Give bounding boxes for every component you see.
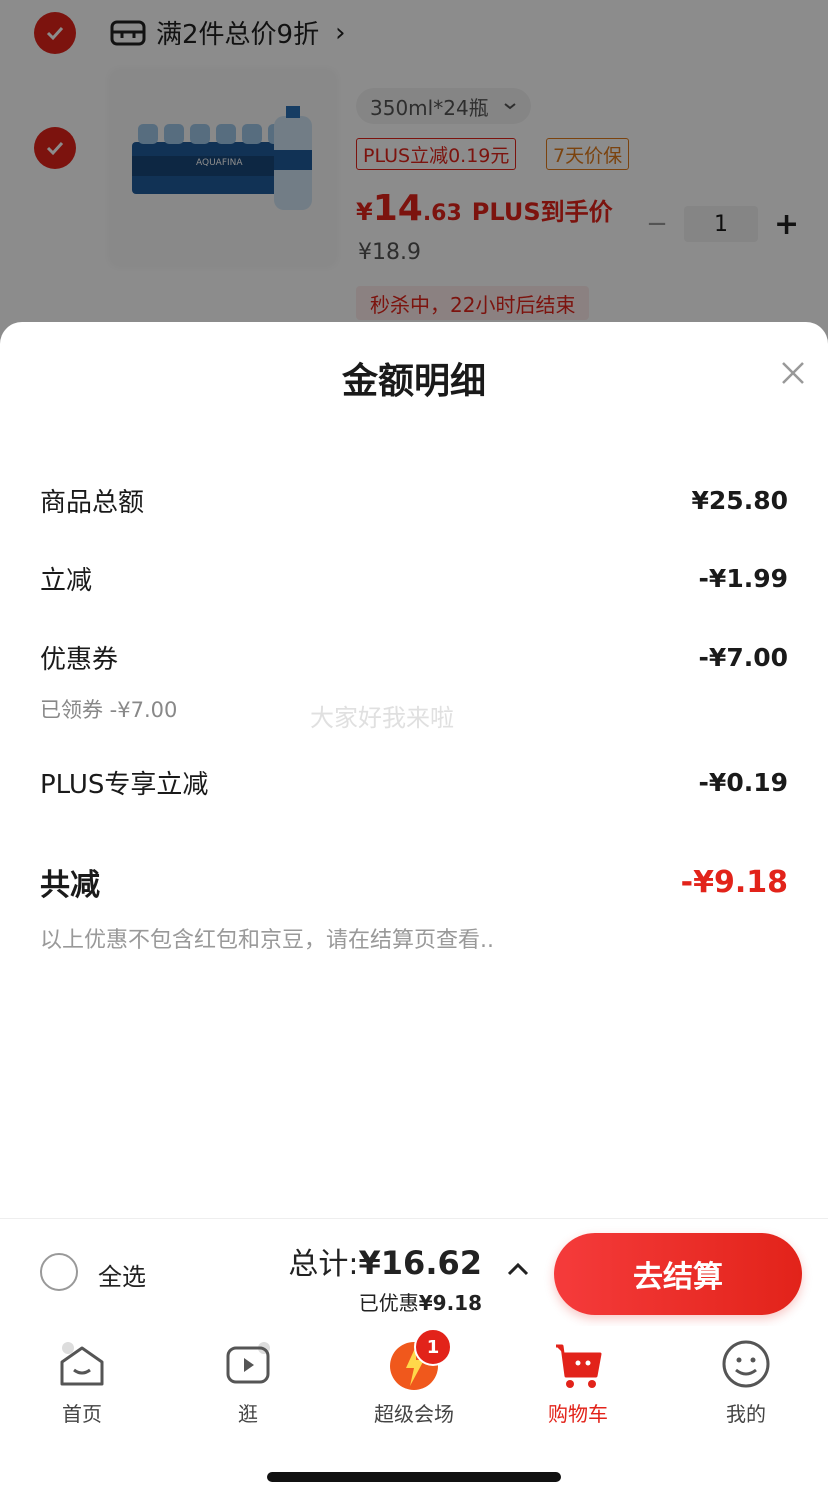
- tab-label: 购物车: [548, 1402, 608, 1426]
- detail-row-subtotal: 商品总额 ¥25.80: [40, 482, 788, 519]
- chevron-up-icon[interactable]: [504, 1255, 532, 1283]
- super-venue-icon-wrap: 1: [386, 1328, 452, 1392]
- select-all-radio[interactable]: [40, 1253, 78, 1291]
- close-icon[interactable]: [780, 360, 806, 386]
- detail-row-instant-discount: 立减 -¥1.99: [40, 560, 788, 597]
- tab-home[interactable]: 首页: [22, 1336, 142, 1427]
- total-discount-label: 共减: [40, 868, 100, 903]
- total-discount-row: 共减 -¥9.18: [40, 860, 788, 904]
- saved-prefix: 已优惠: [358, 1291, 419, 1315]
- row-value: -¥0.19: [698, 768, 788, 797]
- row-label: PLUS专享立减: [40, 770, 209, 800]
- tab-label: 首页: [62, 1402, 102, 1426]
- home-icon: [60, 1342, 104, 1386]
- total-amount: ¥16.62: [358, 1244, 482, 1282]
- watermark-text: 大家好我来啦: [310, 704, 454, 732]
- profile-icon: [722, 1340, 770, 1388]
- tab-label: 超级会场: [374, 1402, 454, 1426]
- discount-note: 以上优惠不包含红包和京豆，请在结算页查看..: [40, 928, 494, 953]
- total-prefix: 总计:: [288, 1247, 359, 1282]
- detail-row-plus-discount: PLUS专享立减 -¥0.19: [40, 764, 788, 801]
- row-value: -¥1.99: [698, 564, 788, 593]
- tab-browse[interactable]: 逛: [188, 1336, 308, 1427]
- row-label: 优惠券: [40, 645, 119, 675]
- saved-value: ¥9.18: [418, 1291, 482, 1315]
- detail-row-coupon: 优惠券 -¥7.00: [40, 639, 788, 676]
- checkout-bar: 全选 总计:¥16.62 已优惠¥9.18 去结算: [0, 1218, 828, 1327]
- saved-amount: 已优惠¥9.18: [359, 1287, 482, 1316]
- coupon-subtext: 已领券 -¥7.00: [40, 698, 178, 722]
- row-value: ¥25.80: [691, 486, 788, 515]
- row-value: -¥7.00: [698, 643, 788, 672]
- checkout-button[interactable]: 去结算: [554, 1233, 802, 1315]
- dim-overlay[interactable]: [0, 0, 828, 360]
- tab-profile[interactable]: 我的: [686, 1336, 806, 1427]
- total-discount-value: -¥9.18: [680, 864, 788, 900]
- tab-label: 逛: [238, 1402, 258, 1426]
- total-price: 总计:¥16.62: [288, 1239, 482, 1283]
- home-indicator: [267, 1472, 561, 1482]
- sheet-title: 金额明细: [341, 361, 486, 402]
- notification-badge: 1: [414, 1328, 452, 1366]
- select-all-label[interactable]: 全选: [98, 1257, 146, 1292]
- row-label: 立减: [40, 566, 93, 596]
- cart-icon: [556, 1344, 602, 1388]
- tab-label: 我的: [726, 1402, 766, 1426]
- amount-detail-sheet: 金额明细 商品总额 ¥25.80 立减 -¥1.99 优惠券 -¥7.00 已领…: [0, 322, 828, 1218]
- play-icon: [226, 1342, 270, 1384]
- tab-cart[interactable]: 购物车: [518, 1336, 638, 1427]
- row-label: 商品总额: [40, 488, 145, 518]
- tab-super-venue[interactable]: 1 超级会场: [354, 1328, 474, 1427]
